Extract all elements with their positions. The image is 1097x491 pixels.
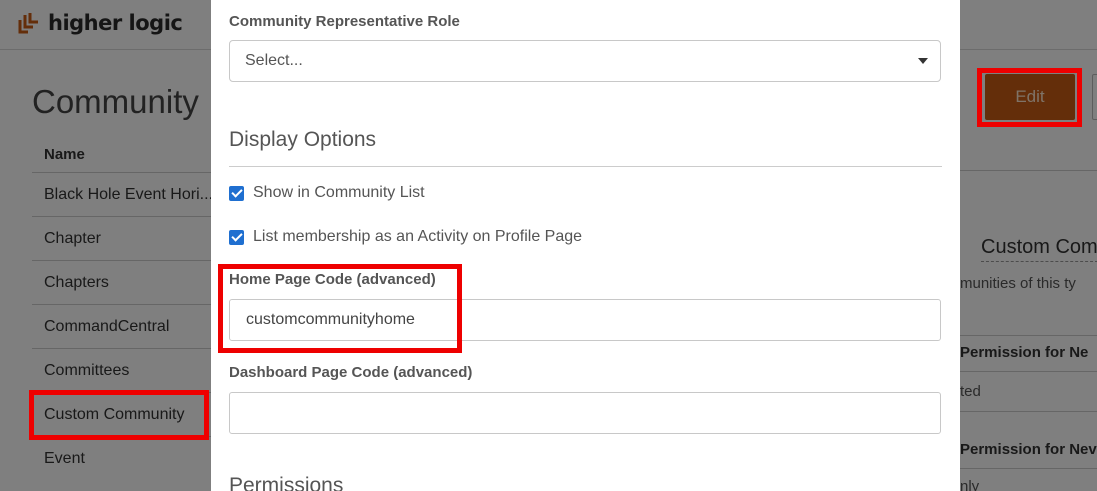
dashboard-code-label-text: Dashboard Page Code: [229, 364, 390, 381]
display-options-title: Display Options: [229, 128, 377, 151]
dashboard-code-input[interactable]: [229, 392, 941, 434]
caret-down-icon: [918, 58, 928, 64]
rep-role-label: Community Representative Role: [229, 13, 460, 30]
dashboard-code-label: Dashboard Page Code (advanced): [229, 364, 472, 381]
list-membership-row[interactable]: List membership as an Activity on Profil…: [229, 228, 582, 246]
edit-community-type-modal: Community Representative Role Select... …: [211, 0, 960, 491]
show-in-list-label: Show in Community List: [253, 184, 425, 201]
home-page-code-label-text: Home Page Code: [229, 271, 353, 288]
advanced-tag: (advanced): [393, 364, 473, 381]
home-page-code-input[interactable]: [229, 299, 941, 341]
show-in-list-checkbox[interactable]: [229, 185, 244, 201]
advanced-tag: (advanced): [356, 271, 436, 288]
list-membership-label: List membership as an Activity on Profil…: [253, 228, 583, 245]
section-divider: [229, 166, 942, 167]
permissions-title: Permissions: [229, 474, 344, 491]
rep-role-value: Select...: [245, 52, 303, 69]
rep-role-select[interactable]: Select...: [229, 40, 941, 82]
show-in-list-row[interactable]: Show in Community List: [229, 184, 425, 202]
home-page-code-label: Home Page Code (advanced): [229, 271, 436, 288]
list-membership-checkbox[interactable]: [229, 229, 244, 245]
